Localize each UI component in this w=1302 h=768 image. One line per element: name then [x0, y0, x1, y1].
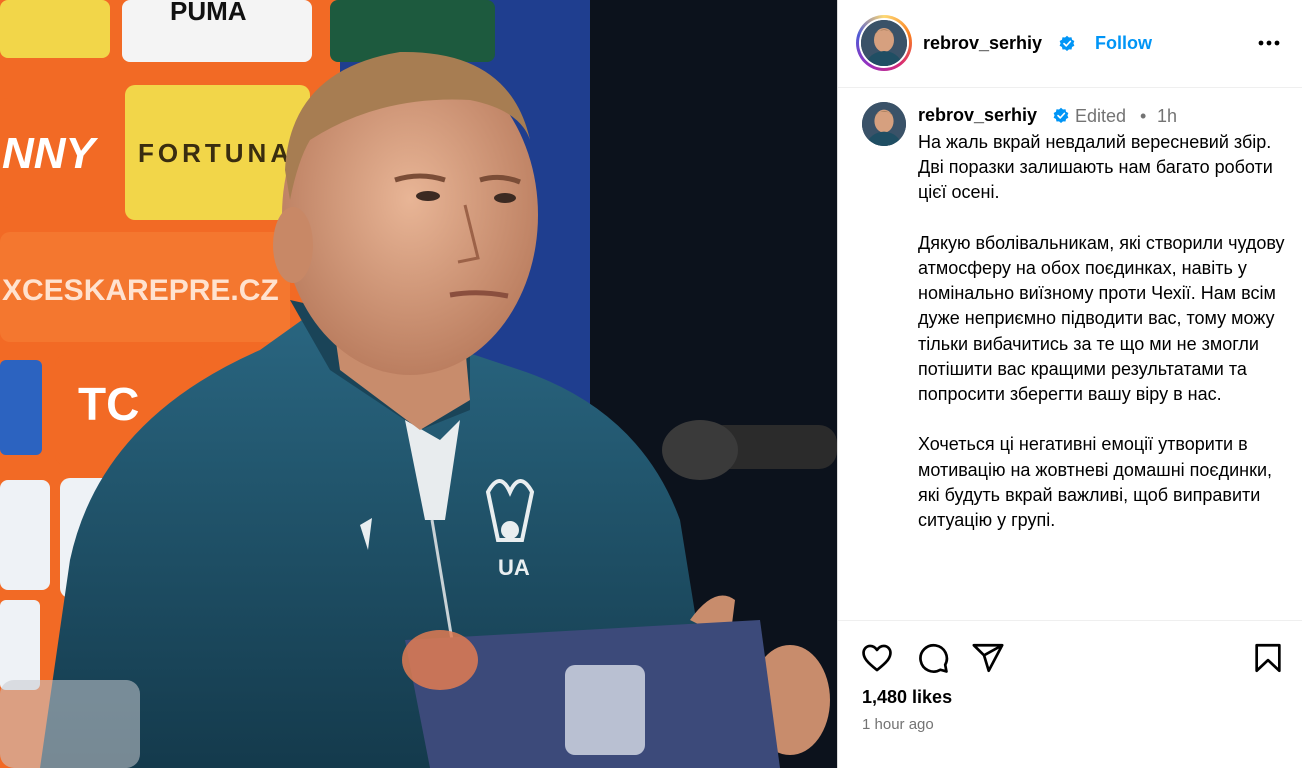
post-header: rebrov_serhiy Follow: [838, 0, 1302, 88]
caption-username[interactable]: rebrov_serhiy: [918, 105, 1037, 126]
post-sidebar: rebrov_serhiy Follow rebrov_serhiy Edite…: [837, 0, 1302, 768]
heart-icon[interactable]: [860, 641, 894, 675]
comment-icon[interactable]: [916, 641, 950, 675]
svg-text:XCESKAREPRE.CZ: XCESKAREPRE.CZ: [2, 274, 279, 307]
follow-button[interactable]: Follow: [1095, 33, 1152, 54]
post-image: PUMA NNY FORTUNA XCESKAREPRE.CZ TC UA: [0, 0, 837, 768]
verified-badge-icon: [1053, 107, 1069, 124]
likes-count[interactable]: 1,480 likes: [862, 687, 952, 708]
post-timestamp[interactable]: 1 hour ago: [862, 716, 934, 733]
share-icon[interactable]: [971, 641, 1005, 675]
svg-text:NNY: NNY: [2, 129, 99, 178]
more-options-icon[interactable]: [1256, 30, 1282, 56]
svg-text:UA: UA: [498, 555, 530, 580]
avatar[interactable]: [861, 20, 907, 66]
bookmark-icon[interactable]: [1251, 641, 1285, 675]
post-photo[interactable]: PUMA NNY FORTUNA XCESKAREPRE.CZ TC UA: [0, 0, 837, 768]
edited-label: Edited: [1075, 106, 1127, 126]
svg-text:FORTUNA: FORTUNA: [138, 138, 293, 168]
caption-text: На жаль вкрай невдалий вересневий збір. …: [918, 132, 1285, 531]
verified-badge-icon: [1059, 35, 1075, 52]
separator-dot: •: [1140, 106, 1147, 126]
svg-text:TC: TC: [78, 378, 139, 430]
caption-avatar[interactable]: [862, 102, 906, 146]
svg-text:PUMA: PUMA: [170, 0, 247, 26]
caption-section: rebrov_serhiy Edited • 1h На жаль вкрай …: [838, 88, 1302, 620]
post-actions: 1,480 likes 1 hour ago: [838, 620, 1302, 768]
post-time-short[interactable]: 1h: [1157, 106, 1177, 127]
header-username[interactable]: rebrov_serhiy: [923, 33, 1042, 54]
